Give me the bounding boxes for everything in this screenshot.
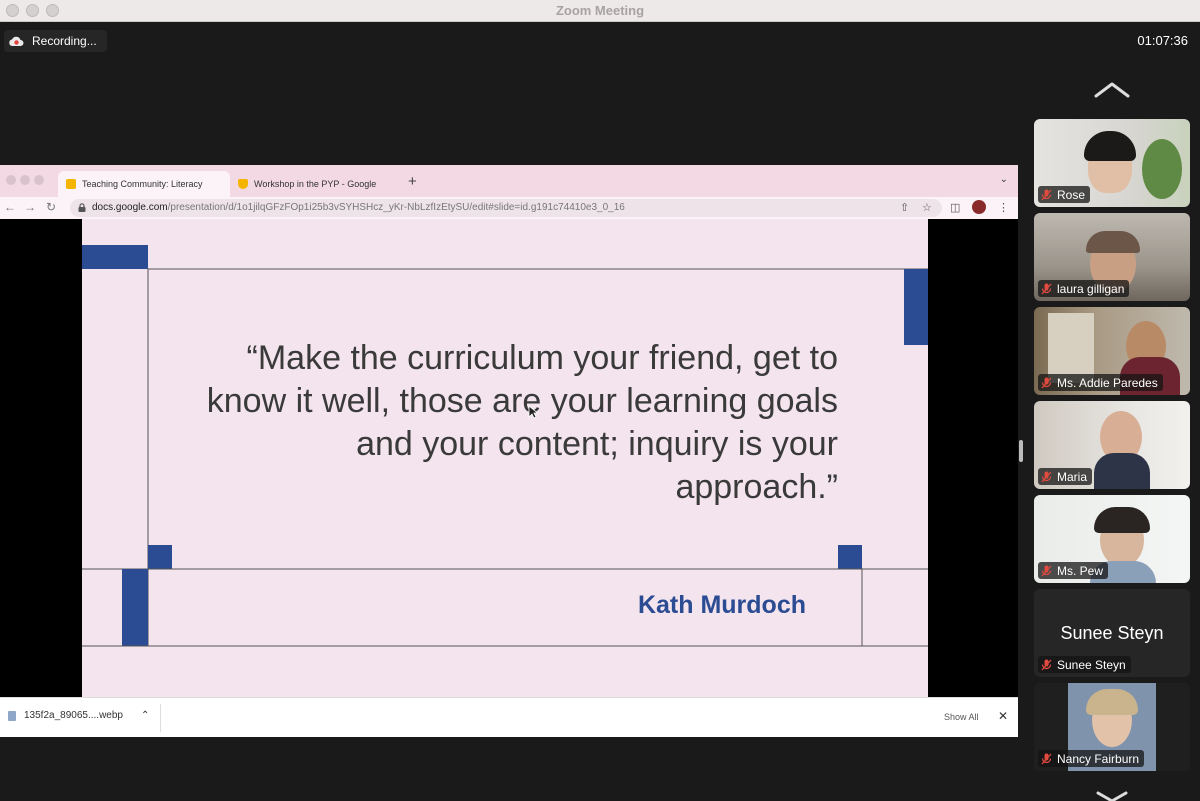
participant-name: Nancy Fairburn — [1057, 751, 1140, 766]
browser-tab[interactable]: Workshop in the PYP - Google — [230, 171, 402, 197]
microphone-muted-icon — [1041, 283, 1052, 294]
participant-tile[interactable]: Nancy Fairburn — [1034, 683, 1190, 771]
google-drive-icon — [238, 179, 248, 189]
participant-name: Rose — [1057, 187, 1086, 202]
browser-tab-strip: Teaching Community: Literacy Workshop in… — [0, 165, 1018, 197]
profile-avatar[interactable] — [972, 200, 986, 214]
participant-name: Ms. Pew — [1057, 563, 1104, 578]
panel-resize-handle[interactable] — [1019, 440, 1023, 462]
browser-minimize-dot — [20, 175, 30, 185]
browser-tab-title: Workshop in the PYP - Google — [254, 179, 377, 189]
presentation-slide: “Make the curriculum your friend, get to… — [82, 219, 928, 697]
chevron-up-icon[interactable]: ⌃ — [141, 710, 149, 721]
microphone-muted-icon — [1041, 377, 1052, 388]
browser-close-dot — [6, 175, 16, 185]
microphone-muted-icon — [1041, 565, 1052, 576]
participant-tile[interactable]: Rose — [1034, 119, 1190, 207]
browser-toolbar: ← → ↻ docs.google.com/presentation/d/1o1… — [0, 197, 1018, 219]
forward-arrow-icon[interactable]: → — [24, 200, 36, 214]
participant-label: Ms. Addie Paredes — [1038, 374, 1163, 391]
participant-label: Nancy Fairburn — [1038, 750, 1145, 767]
scroll-participants-down-icon[interactable] — [1094, 790, 1130, 801]
download-file-name: 135f2a_89065....webp — [24, 710, 123, 721]
share-icon[interactable]: ⇧ — [900, 201, 909, 214]
new-tab-icon[interactable]: + — [408, 173, 417, 190]
url-host: docs.google.com — [92, 202, 168, 213]
url-path: /presentation/d/1o1jilqGFzFOp1i25b3vSYHS… — [167, 202, 625, 213]
scroll-participants-up-icon[interactable] — [1094, 80, 1130, 100]
mouse-cursor-icon — [528, 405, 538, 419]
participant-label: Maria — [1038, 468, 1093, 485]
divider — [160, 704, 161, 732]
participant-name: Sunee Steyn — [1057, 657, 1126, 672]
participant-tile[interactable]: Sunee Steyn Sunee Steyn — [1034, 589, 1190, 677]
chevron-down-icon[interactable]: ⌄ — [1000, 174, 1008, 185]
participant-name: laura gilligan — [1057, 281, 1125, 296]
participant-tile[interactable]: Ms. Addie Paredes — [1034, 307, 1190, 395]
participant-name: Ms. Addie Paredes — [1057, 375, 1158, 390]
slide-author: Kath Murdoch — [637, 591, 806, 619]
bookmark-star-icon[interactable]: ☆ — [922, 201, 932, 214]
show-all-downloads-button[interactable]: Show All — [944, 712, 979, 722]
side-panel-icon[interactable]: ◫ — [950, 201, 960, 214]
download-item[interactable]: 135f2a_89065....webp ⌃ — [8, 710, 149, 721]
shared-screen: Teaching Community: Literacy Workshop in… — [0, 165, 1018, 737]
participant-tile[interactable]: Maria — [1034, 401, 1190, 489]
microphone-muted-icon — [1041, 753, 1052, 764]
recording-indicator[interactable]: Recording... — [4, 30, 107, 52]
meeting-timer: 01:07:36 — [1137, 33, 1188, 48]
address-bar[interactable]: docs.google.com/presentation/d/1o1jilqGF… — [70, 199, 942, 217]
slide-quote: “Make the curriculum your friend, get to… — [206, 339, 838, 506]
participant-tile[interactable]: laura gilligan — [1034, 213, 1190, 301]
browser-viewport: “Make the curriculum your friend, get to… — [0, 219, 1018, 697]
window-title-bar: Zoom Meeting — [0, 0, 1200, 22]
microphone-muted-icon — [1041, 659, 1052, 670]
file-icon — [8, 710, 16, 721]
browser-tab-active[interactable]: Teaching Community: Literacy — [58, 171, 230, 197]
browser-tab-title: Teaching Community: Literacy — [82, 179, 203, 189]
participant-label: Ms. Pew — [1038, 562, 1109, 579]
participant-name-placeholder: Sunee Steyn — [1060, 623, 1164, 643]
microphone-muted-icon — [1041, 189, 1052, 200]
participant-tile[interactable]: Ms. Pew — [1034, 495, 1190, 583]
window-title: Zoom Meeting — [555, 3, 645, 18]
cloud-recording-icon — [9, 36, 24, 46]
back-arrow-icon[interactable]: ← — [4, 200, 16, 214]
more-menu-icon[interactable]: ⋮ — [998, 201, 1009, 214]
lock-icon — [78, 203, 86, 212]
microphone-muted-icon — [1041, 471, 1052, 482]
recording-label: Recording... — [32, 34, 97, 48]
google-slides-icon — [66, 179, 76, 189]
participant-label: Sunee Steyn — [1038, 656, 1131, 673]
downloads-bar: 135f2a_89065....webp ⌃ Show All ✕ — [0, 697, 1018, 737]
browser-zoom-dot — [34, 175, 44, 185]
participant-name: Maria — [1057, 469, 1088, 484]
reload-icon[interactable]: ↻ — [46, 200, 56, 214]
close-downloads-icon[interactable]: ✕ — [998, 709, 1008, 723]
participant-label: Rose — [1038, 186, 1091, 203]
participant-label: laura gilligan — [1038, 280, 1130, 297]
